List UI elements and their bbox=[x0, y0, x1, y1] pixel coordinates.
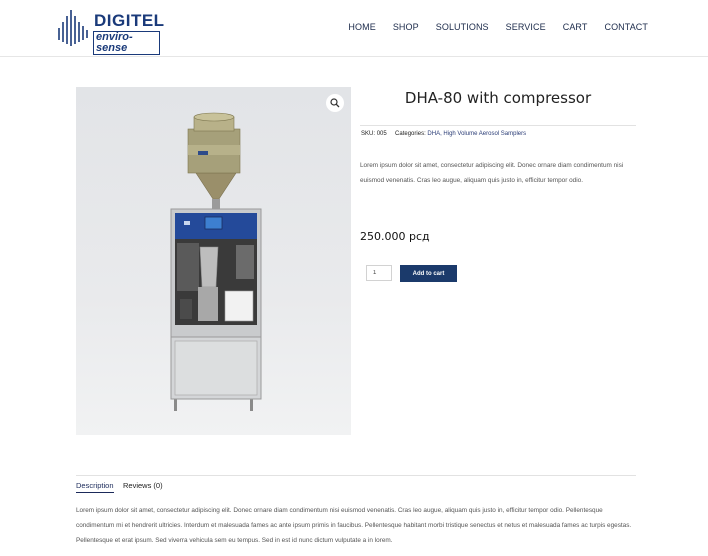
nav-contact[interactable]: CONTACT bbox=[604, 22, 648, 32]
site-logo[interactable]: DIGITEL enviro-sense bbox=[56, 8, 164, 55]
main-nav: HOME SHOP SOLUTIONS SERVICE CART CONTACT bbox=[348, 22, 648, 32]
quantity-input[interactable] bbox=[366, 265, 392, 281]
nav-service[interactable]: SERVICE bbox=[506, 22, 546, 32]
categories-label: Categories: bbox=[395, 131, 426, 137]
skyline-logo-icon bbox=[58, 10, 88, 46]
tab-reviews[interactable]: Reviews (0) bbox=[123, 481, 163, 490]
nav-solutions[interactable]: SOLUTIONS bbox=[436, 22, 489, 32]
nav-home[interactable]: HOME bbox=[348, 22, 375, 32]
sku-value: 005 bbox=[376, 131, 387, 137]
add-to-cart-button[interactable]: Add to cart bbox=[400, 265, 457, 282]
product-meta: SKU: 005 Categories: DHA, High Volume Ae… bbox=[361, 131, 526, 137]
magnifier-icon bbox=[330, 98, 340, 108]
tab-description[interactable]: Description bbox=[76, 481, 114, 490]
sku-label: SKU: bbox=[361, 131, 376, 137]
brand-tagline: enviro-sense bbox=[93, 31, 160, 55]
site-header: DIGITEL enviro-sense HOME SHOP SOLUTIONS… bbox=[0, 0, 708, 57]
nav-cart[interactable]: CART bbox=[563, 22, 588, 32]
categories-links[interactable]: DHA, High Volume Aerosol Samplers bbox=[427, 131, 526, 137]
active-tab-indicator bbox=[76, 492, 114, 493]
brand-name: DIGITEL bbox=[94, 11, 165, 30]
product-price: 250.000 рсд bbox=[360, 230, 430, 243]
product-image[interactable] bbox=[76, 87, 351, 435]
nav-shop[interactable]: SHOP bbox=[393, 22, 419, 32]
short-description: Lorem ipsum dolor sit amet, consectetur … bbox=[360, 162, 624, 184]
tabs-divider bbox=[76, 475, 636, 476]
sampler-illustration bbox=[170, 112, 262, 411]
product-title: DHA-80 with compressor bbox=[404, 89, 592, 107]
long-description: Lorem ipsum dolor sit amet, consectetur … bbox=[76, 507, 632, 544]
summary-divider bbox=[360, 125, 636, 126]
zoom-button[interactable] bbox=[326, 94, 344, 112]
